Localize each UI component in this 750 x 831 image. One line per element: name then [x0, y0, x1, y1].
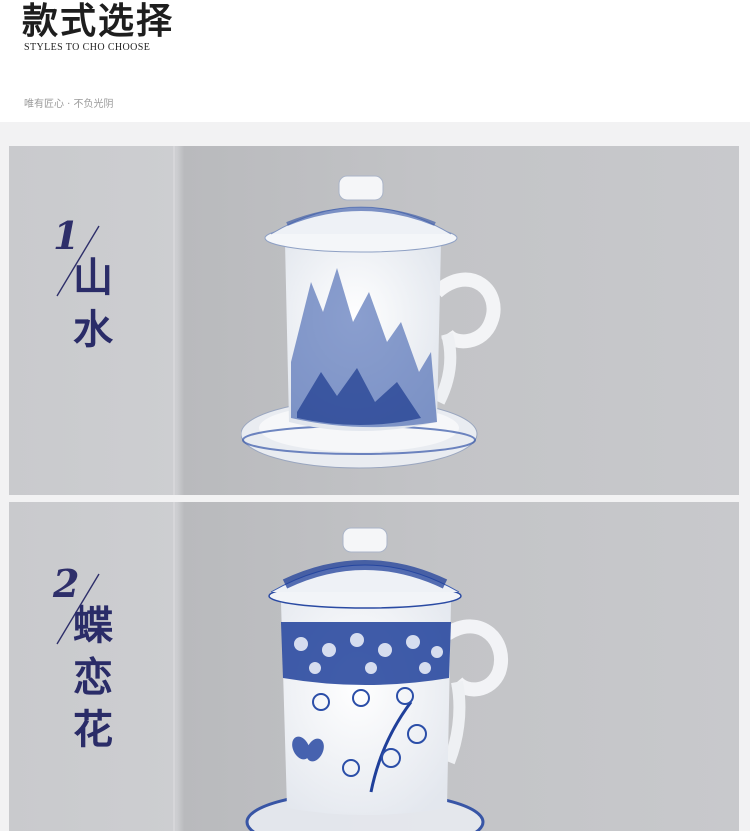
header: 款式选择 STYLES TO CHO CHOOSE 唯有匠心 · 不负光阴: [0, 0, 750, 122]
style-label: 2 蝶恋花: [53, 564, 143, 824]
panel-divider: [173, 146, 175, 495]
style-label: 1 山水: [53, 216, 143, 416]
style-card-landscape[interactable]: 1 山水: [9, 146, 739, 495]
landscape-tea-cup-image: [241, 175, 501, 469]
style-number: 2: [53, 561, 80, 606]
page-title: 款式选择: [22, 0, 175, 42]
butterfly-flower-tea-cup-image: [245, 527, 508, 831]
style-gallery: 1 山水 2 蝶恋花: [0, 122, 750, 831]
page-subtitle: STYLES TO CHO CHOOSE: [24, 42, 151, 53]
panel-divider: [173, 502, 175, 831]
style-number: 1: [53, 213, 80, 258]
style-card-butterfly-flower[interactable]: 2 蝶恋花: [9, 502, 739, 831]
style-name: 蝶恋花: [73, 602, 113, 753]
tagline: 唯有匠心 · 不负光阴: [24, 99, 114, 110]
style-name: 山水: [73, 254, 113, 353]
